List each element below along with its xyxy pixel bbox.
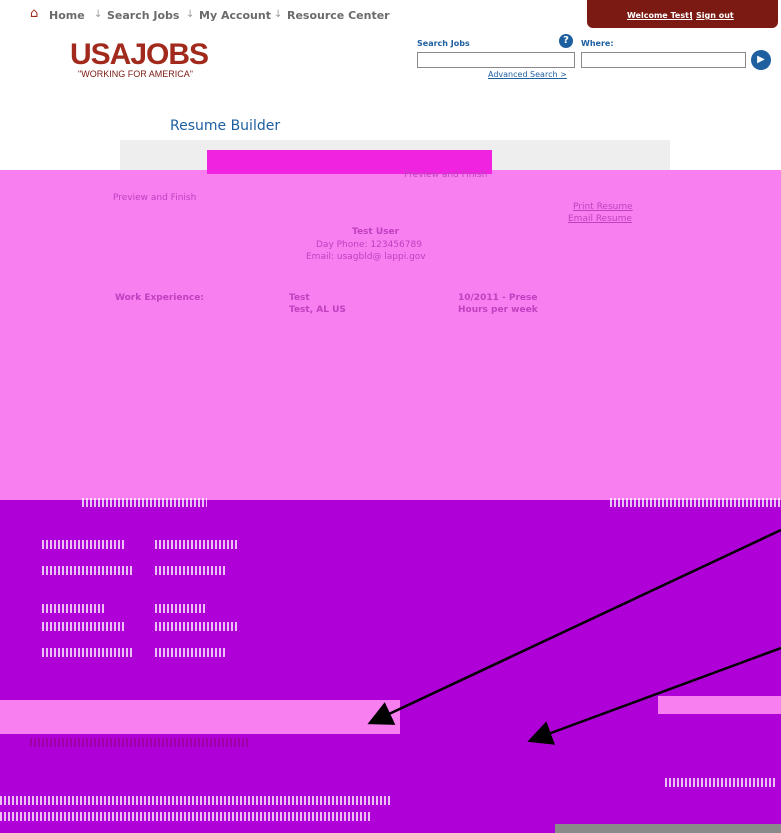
artifact-row: [665, 778, 775, 787]
welcome-bar: Welcome Test! | Sign out: [587, 0, 778, 28]
artifact-row: [155, 622, 237, 631]
redacted-region-lower: [0, 500, 781, 833]
artifact-row: [155, 566, 225, 575]
nav-separator-icon: ↓: [186, 9, 195, 20]
artifact-row: [155, 540, 237, 549]
redacted-block: [658, 696, 781, 714]
nav-separator-icon: ↓: [274, 9, 283, 20]
nav-home-link[interactable]: Home: [49, 9, 85, 22]
section-heading: Preview and Finish: [113, 193, 197, 203]
employer-name: Test: [289, 293, 310, 303]
nav-search-jobs-link[interactable]: Search Jobs: [107, 9, 179, 22]
home-icon[interactable]: ⌂: [30, 6, 38, 21]
sign-out-link[interactable]: Sign out: [696, 11, 734, 20]
logo-wordmark: USAJOBS: [70, 38, 209, 71]
where-input[interactable]: [581, 52, 746, 68]
logo-tagline: "WORKING FOR AMERICA": [78, 69, 193, 79]
nav-separator-icon: ↓: [94, 9, 103, 20]
help-icon[interactable]: ?: [559, 34, 573, 48]
search-go-button[interactable]: ▶: [751, 50, 771, 70]
nav-my-account-link[interactable]: My Account: [199, 9, 271, 22]
applicant-name: Test User: [352, 227, 400, 237]
usajobs-logo[interactable]: USAJOBS "WORKING FOR AMERICA": [70, 38, 230, 84]
artifact-row: [155, 648, 225, 657]
work-experience-label: Work Experience:: [115, 293, 204, 303]
artifact-row: [30, 738, 250, 747]
nav-resource-center-link[interactable]: Resource Center: [287, 9, 390, 22]
welcome-divider: |: [690, 11, 693, 20]
search-jobs-label: Search Jobs: [417, 39, 470, 48]
artifact-row: [42, 648, 134, 657]
artifact-row: [610, 498, 780, 507]
welcome-link[interactable]: Welcome Test!: [627, 11, 693, 20]
applicant-phone: Day Phone: 123456789: [316, 240, 422, 250]
artifact-row: [42, 540, 124, 549]
search-keywords-input[interactable]: [417, 52, 575, 68]
artifact-row: [42, 566, 134, 575]
redacted-region: [0, 170, 781, 500]
artifact-row: [0, 796, 390, 805]
page-title: Resume Builder: [170, 118, 281, 134]
redacted-block: [0, 700, 400, 734]
applicant-email: Email: usagbld@ lappi.gov: [306, 252, 426, 262]
artifact-row: [42, 622, 124, 631]
employment-dates: 10/2011 - Prese: [458, 293, 538, 303]
artifact-row: [155, 604, 205, 613]
employer-location: Test, AL US: [289, 305, 346, 315]
artifact-row: [82, 498, 207, 507]
where-label: Where:: [581, 39, 614, 48]
advanced-search-link[interactable]: Advanced Search >: [488, 70, 567, 79]
footer-bar: [555, 824, 781, 833]
step-label: Preview and Finish: [404, 170, 488, 180]
top-nav: ⌂ Home ↓ Search Jobs ↓ My Account ↓ Reso…: [0, 0, 585, 30]
artifact-row: [42, 604, 104, 613]
hours-per-week: Hours per week: [458, 305, 538, 315]
email-resume-link[interactable]: Email Resume: [568, 214, 632, 224]
artifact-row: [0, 812, 370, 821]
print-resume-link[interactable]: Print Resume: [573, 202, 633, 212]
